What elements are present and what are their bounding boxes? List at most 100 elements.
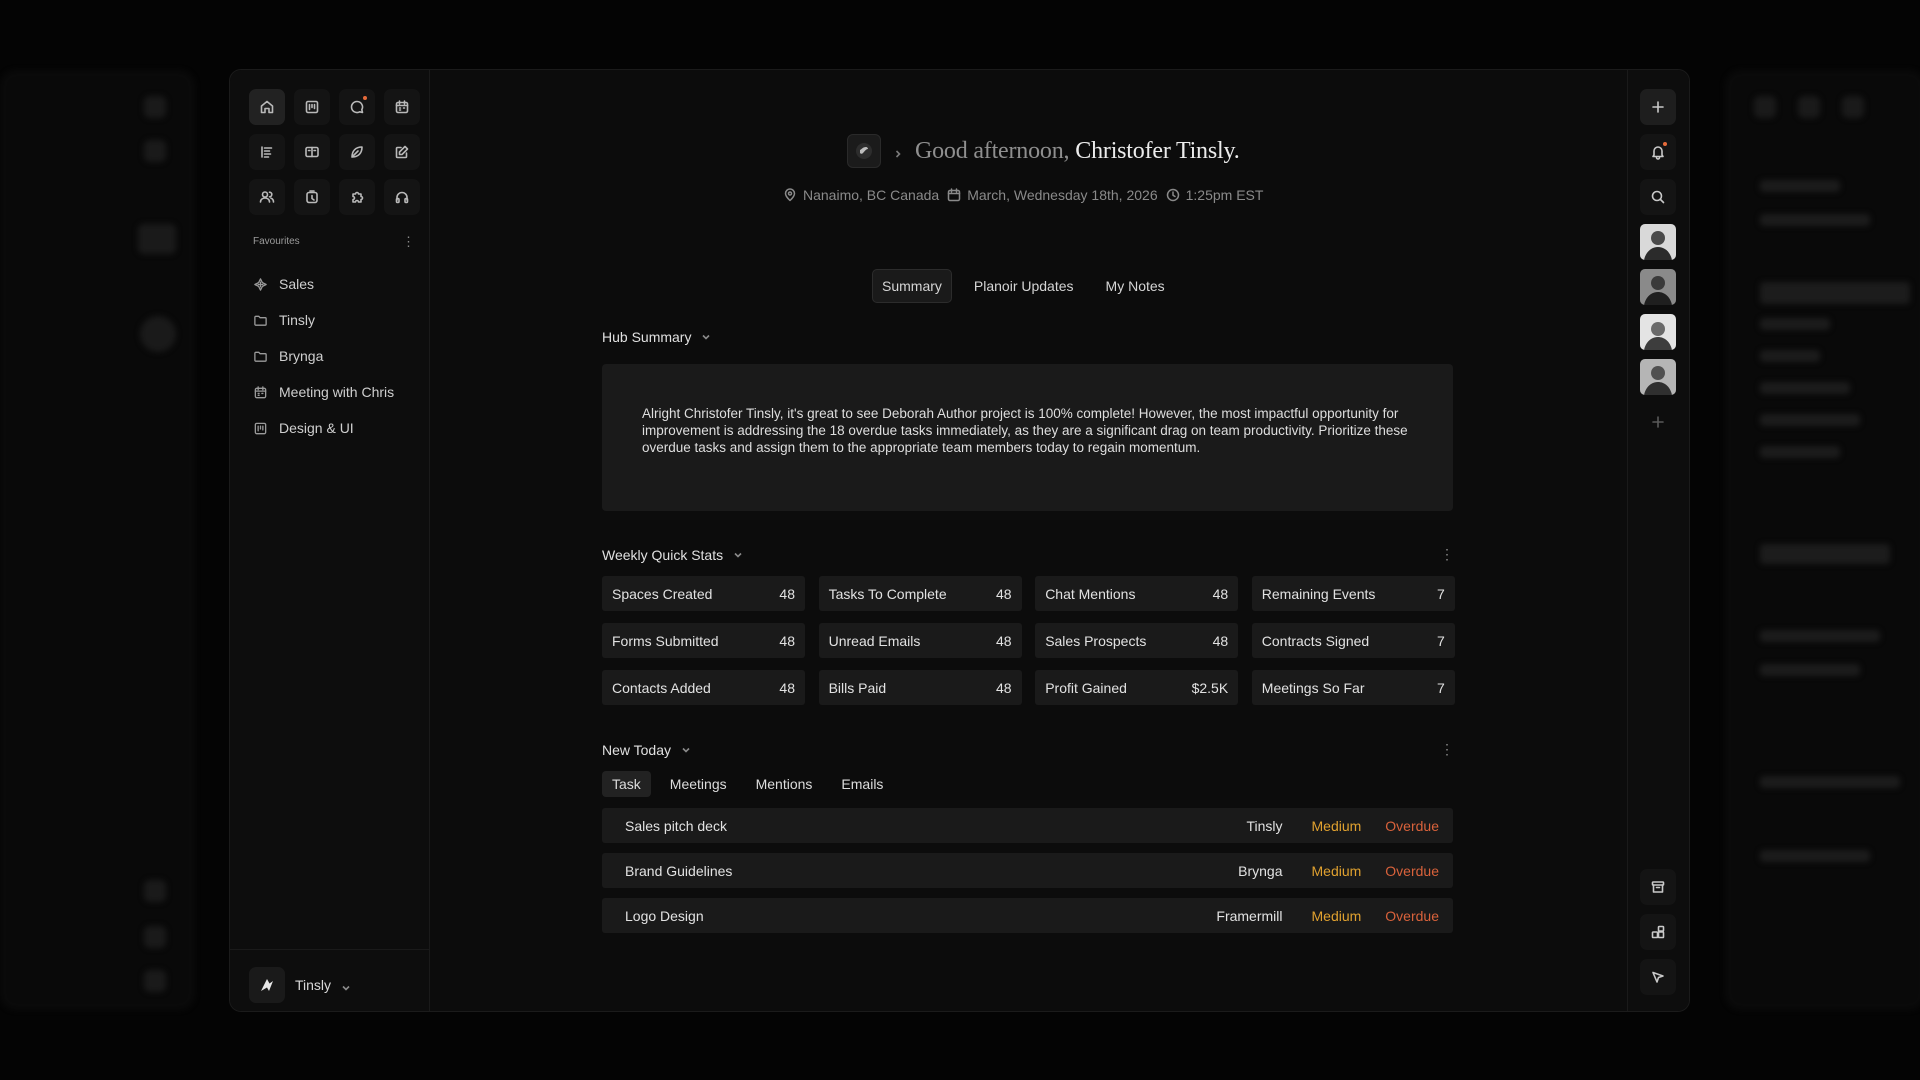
stat-card[interactable]: Chat Mentions 48 [1035,576,1239,611]
home-button[interactable] [249,89,285,125]
home-icon [260,100,274,114]
stat-card[interactable]: Bills Paid 48 [818,670,1022,705]
new-today-more-button[interactable]: ⋮ [1440,741,1454,758]
avatar[interactable] [1640,269,1676,305]
chevron-right-icon [893,146,903,158]
widgets-button[interactable] [1640,914,1676,950]
favourite-item-brynga[interactable]: Brynga [253,338,418,374]
pages-button[interactable] [294,89,330,125]
weekly-stats-more-button[interactable]: ⋮ [1440,546,1454,563]
stat-card[interactable]: Tasks To Complete 48 [818,576,1022,611]
hub-summary-header[interactable]: Hub Summary [602,329,711,345]
weekly-stats-header[interactable]: Weekly Quick Stats [602,547,743,563]
add-button[interactable] [1640,89,1676,125]
bird-logo-icon [856,143,872,159]
stat-value: $2.5K [1191,679,1229,696]
nav-icon-grid [249,89,420,215]
growth-button[interactable] [339,134,375,170]
background-blur-shape [1760,850,1870,862]
stat-label: Profit Gained [1045,679,1127,696]
hub-summary-title: Hub Summary [602,329,692,345]
stat-card[interactable]: Forms Submitted 48 [602,623,805,658]
tab-task[interactable]: Task [602,771,651,797]
background-blur-shape [144,140,166,162]
timer-icon [306,190,318,204]
stat-card[interactable]: Contracts Signed 7 [1251,623,1455,658]
background-panel-left [0,70,195,1010]
stat-label: Bills Paid [828,679,887,696]
archive-icon [1651,881,1665,893]
background-blur-shape [1760,630,1880,642]
stat-label: Contracts Signed [1261,632,1370,649]
notification-dot [363,96,367,100]
calendar-button[interactable] [384,89,420,125]
stat-label: Spaces Created [612,585,713,602]
notes-button[interactable] [384,134,420,170]
task-row[interactable]: Logo Design Framermill Medium Overdue [602,898,1453,933]
tab-emails[interactable]: Emails [831,771,893,797]
notifications-button[interactable] [1640,134,1676,170]
chevron-down-icon [734,552,742,558]
stat-value: 48 [996,679,1012,696]
tab-my-notes[interactable]: My Notes [1096,269,1175,303]
stat-card[interactable]: Contacts Added 48 [602,670,805,705]
screen: Favourites ⋮ Sales Tinsly Brynga Meeting… [0,0,1920,1080]
tab-planoir-updates[interactable]: Planoir Updates [964,269,1084,303]
time: 1:25pm EST [1166,187,1263,203]
stat-card[interactable]: Spaces Created 48 [602,576,805,611]
stat-card[interactable]: Unread Emails 48 [818,623,1022,658]
calendar-icon [395,100,409,114]
greeting-header: Good afternoon, Christofer Tinsly. [847,134,1240,168]
new-today-header[interactable]: New Today [602,742,691,758]
stat-card[interactable]: Sales Prospects 48 [1035,623,1239,658]
stat-label: Forms Submitted [612,632,719,649]
avatar[interactable] [1640,224,1676,260]
tab-mentions[interactable]: Mentions [746,771,823,797]
stat-card[interactable]: Profit Gained $2.5K [1035,670,1239,705]
timer-button[interactable] [294,179,330,215]
workspace-switcher[interactable]: Tinsly [249,967,351,1003]
stat-label: Chat Mentions [1045,585,1136,602]
chat-button[interactable] [339,89,375,125]
workspace-logo [249,967,285,1003]
people-button[interactable] [249,179,285,215]
stat-label: Tasks To Complete [828,585,947,602]
search-button[interactable] [1640,179,1676,215]
background-blur-shape [1842,96,1864,118]
workspace-avatar[interactable] [847,134,881,168]
archive-button[interactable] [1640,869,1676,905]
stat-label: Meetings So Far [1261,679,1365,696]
avatar[interactable] [1640,359,1676,395]
integrations-button[interactable] [339,179,375,215]
stat-card[interactable]: Meetings So Far 7 [1251,670,1455,705]
headphones-icon [395,191,409,204]
task-row[interactable]: Sales pitch deck Tinsly Medium Overdue [602,808,1453,843]
tasks-button[interactable] [249,134,285,170]
support-button[interactable] [384,179,420,215]
favourites-list: Sales Tinsly Brynga Meeting with Chris D… [253,266,418,446]
background-blur-shape [1760,350,1820,362]
clock-icon [1166,188,1179,202]
task-status: Overdue [1385,907,1439,924]
favourites-header: Favourites ⋮ [253,235,415,248]
users-icon [259,191,275,203]
widgets-icon [1651,925,1665,939]
stat-card[interactable]: Remaining Events 7 [1251,576,1455,611]
plus-icon [1652,101,1664,113]
task-row[interactable]: Brand Guidelines Brynga Medium Overdue [602,853,1453,888]
docs-button[interactable] [294,134,330,170]
theme-button[interactable] [1640,959,1676,995]
tab-meetings[interactable]: Meetings [660,771,737,797]
favourite-item-design[interactable]: Design & UI [253,410,418,446]
task-priority: Medium [1311,862,1362,879]
tab-summary[interactable]: Summary [872,269,952,303]
favourite-item-sales[interactable]: Sales [253,266,418,302]
stat-value: 48 [779,679,795,696]
favourite-item-tinsly[interactable]: Tinsly [253,302,418,338]
favourites-more-button[interactable]: ⋮ [402,235,415,248]
edit-icon [395,145,409,159]
avatar[interactable] [1640,314,1676,350]
favourite-label: Design & UI [279,420,354,436]
add-member-button[interactable] [1640,404,1676,440]
favourite-item-meeting[interactable]: Meeting with Chris [253,374,418,410]
